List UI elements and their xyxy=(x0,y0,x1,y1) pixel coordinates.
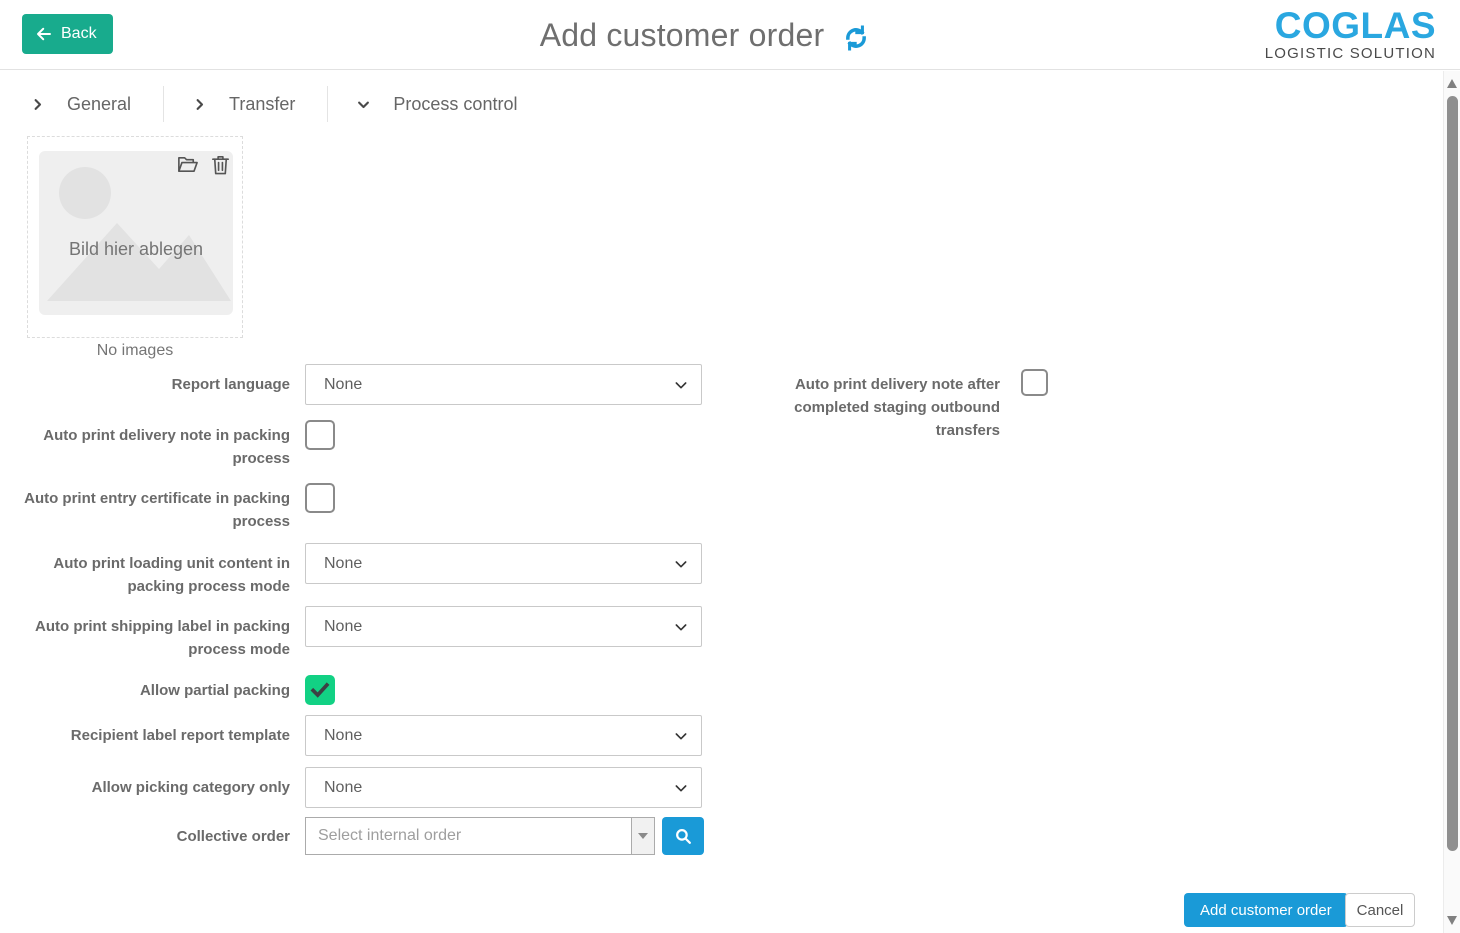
select-value: None xyxy=(324,618,362,636)
logo-title: COGLAS xyxy=(1265,7,1436,45)
image-dropzone[interactable]: Bild hier ablegen xyxy=(27,136,243,338)
open-folder-icon[interactable] xyxy=(176,153,199,176)
chevron-down-icon xyxy=(673,619,689,635)
vertical-scrollbar[interactable] xyxy=(1443,71,1460,933)
section-process-control[interactable]: Process control xyxy=(356,86,549,122)
field-label: Auto print delivery note in packing proc… xyxy=(0,420,290,470)
field-label: Auto print entry certificate in packing … xyxy=(0,483,290,533)
no-images-caption: No images xyxy=(27,342,243,360)
refresh-icon[interactable] xyxy=(842,24,870,52)
chevron-down-icon xyxy=(356,97,371,112)
field-label: Recipient label report template xyxy=(0,715,290,747)
scroll-up-arrow-icon[interactable] xyxy=(1447,79,1457,88)
field-label: Collective order xyxy=(0,817,290,848)
section-tabs: General Transfer Process control xyxy=(30,86,577,122)
caret-down-icon xyxy=(638,833,648,839)
section-label: General xyxy=(67,94,131,115)
select-value: None xyxy=(324,779,362,797)
cancel-button[interactable]: Cancel xyxy=(1345,893,1415,927)
coglas-logo: COGLAS LOGISTIC SOLUTION xyxy=(1265,7,1436,63)
select-value: None xyxy=(324,727,362,745)
chevron-down-icon xyxy=(673,556,689,572)
collective-order-lookup xyxy=(305,817,704,855)
chevron-right-icon xyxy=(192,97,207,112)
field-label: Allow partial packing xyxy=(0,675,290,702)
chevron-down-icon xyxy=(673,780,689,796)
search-button[interactable] xyxy=(662,817,704,855)
section-label: Transfer xyxy=(229,94,295,115)
search-icon xyxy=(674,827,693,846)
select-value: None xyxy=(324,376,362,394)
chevron-down-icon xyxy=(673,377,689,393)
lookup-dropdown-button[interactable] xyxy=(631,817,655,855)
add-customer-order-button[interactable]: Add customer order xyxy=(1184,893,1348,927)
scrollbar-thumb[interactable] xyxy=(1447,96,1458,851)
chevron-right-icon xyxy=(30,97,45,112)
auto-print-entry-certificate-checkbox[interactable] xyxy=(305,483,335,513)
section-general[interactable]: General xyxy=(30,86,164,122)
field-label: Auto print loading unit content in packi… xyxy=(0,543,290,598)
page-title: Add customer order xyxy=(540,17,825,54)
picking-category-select[interactable]: None xyxy=(305,767,702,808)
recipient-label-template-select[interactable]: None xyxy=(305,715,702,756)
check-icon xyxy=(309,679,331,701)
report-language-select[interactable]: None xyxy=(305,364,702,405)
dropzone-text: Bild hier ablegen xyxy=(39,239,233,260)
header-bar: Back Add customer order COGLAS LOGISTIC … xyxy=(0,0,1460,70)
section-label: Process control xyxy=(393,94,517,115)
field-label: Allow picking category only xyxy=(0,767,290,799)
logo-subtitle: LOGISTIC SOLUTION xyxy=(1265,45,1436,63)
scroll-down-arrow-icon[interactable] xyxy=(1447,916,1457,925)
trash-icon[interactable] xyxy=(209,153,232,176)
select-value: None xyxy=(324,555,362,573)
loading-unit-content-select[interactable]: None xyxy=(305,543,702,584)
field-label: Report language xyxy=(0,364,290,396)
chevron-down-icon xyxy=(673,728,689,744)
add-customer-order-page: Back Add customer order COGLAS LOGISTIC … xyxy=(0,0,1460,933)
allow-partial-packing-checkbox[interactable] xyxy=(305,675,335,705)
auto-print-after-staging-checkbox[interactable] xyxy=(1021,369,1048,396)
section-transfer[interactable]: Transfer xyxy=(192,86,328,122)
auto-print-delivery-note-checkbox[interactable] xyxy=(305,420,335,450)
field-label: Auto print delivery note after completed… xyxy=(740,369,1000,442)
shipping-label-select[interactable]: None xyxy=(305,606,702,647)
collective-order-input[interactable] xyxy=(305,817,631,855)
field-label: Auto print shipping label in packing pro… xyxy=(0,606,290,661)
